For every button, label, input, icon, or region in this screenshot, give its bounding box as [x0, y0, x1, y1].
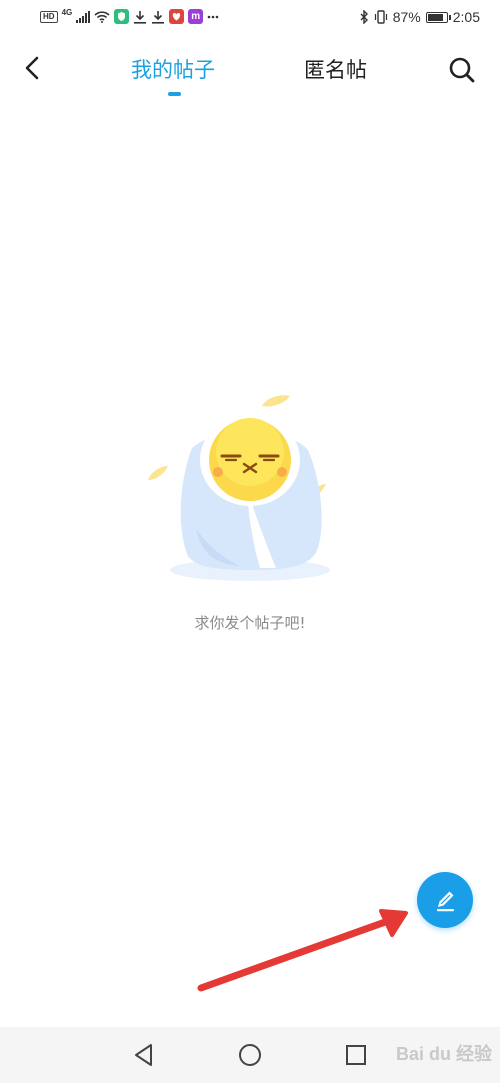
system-nav-bar: Bai du 经验 — [0, 1027, 500, 1083]
nav-home-icon[interactable] — [237, 1042, 263, 1068]
download-icon — [134, 10, 147, 24]
network-type: 4G — [61, 8, 73, 17]
download-icon-2 — [152, 10, 165, 24]
app-red-icon — [169, 9, 185, 24]
search-icon — [449, 57, 475, 83]
status-right: 87% 2:05 — [359, 9, 480, 25]
battery-icon — [425, 11, 451, 23]
wifi-icon — [94, 10, 110, 23]
cell-signal-icon — [76, 10, 91, 23]
search-button[interactable] — [446, 54, 478, 86]
app-m-icon: m — [188, 9, 204, 24]
empty-state-illustration — [148, 395, 330, 581]
chevron-left-icon — [25, 56, 39, 80]
app-shield-icon — [114, 9, 130, 24]
empty-state-message: 求你发个帖子吧! — [194, 614, 306, 632]
status-left: HD 4G m — [40, 8, 219, 24]
back-button[interactable] — [18, 52, 48, 84]
tab-my-posts[interactable]: 我的帖子 — [131, 54, 215, 84]
hd-badge: HD — [40, 10, 58, 23]
bluetooth-icon — [360, 10, 368, 24]
status-bar: HD 4G m 87% 2:05 — [0, 0, 500, 36]
baidu-watermark: Bai du 经验 — [395, 1044, 492, 1064]
more-notifications-icon — [207, 15, 219, 18]
nav-recent-apps-icon[interactable] — [343, 1042, 369, 1068]
battery-percent: 87% — [392, 9, 421, 25]
vibrate-icon — [374, 10, 387, 24]
clock: 2:05 — [452, 9, 480, 25]
header: 我的帖子 匿名帖 — [0, 36, 500, 106]
pencil-icon — [437, 891, 454, 912]
nav-back-icon[interactable] — [131, 1042, 157, 1068]
tab-anonymous-posts[interactable]: 匿名帖 — [304, 54, 367, 84]
compose-post-button[interactable] — [417, 872, 473, 928]
active-tab-indicator — [168, 92, 181, 96]
